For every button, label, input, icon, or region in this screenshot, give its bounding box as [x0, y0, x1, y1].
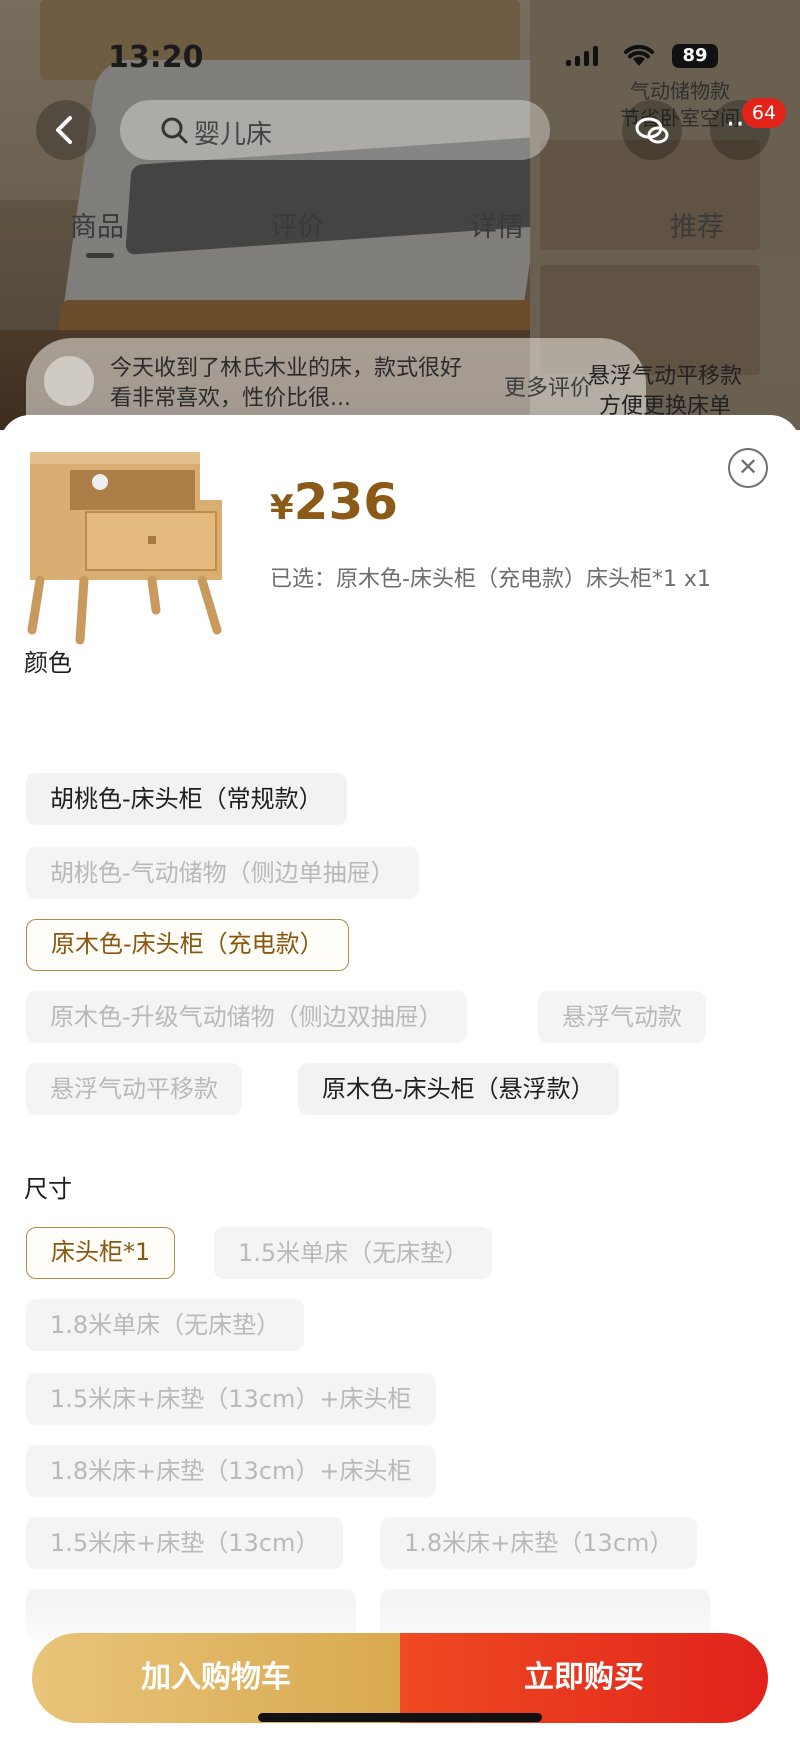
search-bar[interactable]: 婴儿床 [120, 100, 550, 160]
selected-summary: 已选：原木色-床头柜（充电款）床头柜*1 x1 [270, 567, 711, 592]
size-option[interactable]: 1.5米床+床垫（13cm） [26, 1517, 344, 1569]
wifi-icon [624, 44, 654, 66]
size-option[interactable]: 1.8米床+床垫（13cm） [380, 1517, 698, 1569]
search-icon [161, 117, 188, 144]
review-text: 今天收到了林氏木业的床，款式很好看非常喜欢，性价比很... [110, 356, 463, 411]
price-value: 236 [293, 473, 399, 531]
color-option-selected[interactable]: 原木色-床头柜（充电款） [26, 919, 349, 971]
add-to-cart-button[interactable]: 加入购物车 [32, 1633, 400, 1723]
close-icon: ✕ [737, 453, 759, 481]
signal-icon [566, 46, 598, 66]
avatar [44, 356, 94, 406]
color-option[interactable]: 胡桃色-床头柜（常规款） [26, 773, 347, 825]
tab-product[interactable]: 商品 [70, 205, 124, 244]
share-button[interactable] [622, 100, 682, 160]
home-indicator[interactable] [258, 1713, 542, 1722]
color-option[interactable]: 原木色-升级气动储物（侧边双抽屉） [26, 991, 467, 1043]
color-option[interactable]: 原木色-床头柜（悬浮款） [298, 1063, 619, 1115]
tab-active-indicator [86, 253, 114, 258]
tab-recommend[interactable]: 推荐 [670, 205, 724, 244]
status-time: 13:20 [108, 40, 204, 75]
tab-reviews[interactable]: 评价 [270, 205, 324, 244]
size-option-selected[interactable]: 床头柜*1 [26, 1227, 176, 1279]
color-option[interactable]: 悬浮气动平移款 [26, 1063, 242, 1115]
color-option[interactable]: 胡桃色-气动储物（侧边单抽屉） [26, 847, 419, 899]
cart-count-badge: 64 [742, 98, 786, 128]
buy-now-button[interactable]: 立即购买 [400, 1633, 768, 1723]
size-option[interactable]: 1.5米单床（无床垫） [214, 1227, 493, 1279]
color-section-title: 颜色 [24, 649, 72, 677]
size-option[interactable]: 1.8米床+床垫（13cm）+床头柜 [26, 1445, 436, 1497]
tab-details[interactable]: 详情 [470, 205, 524, 244]
battery-icon: 89 [672, 44, 718, 68]
size-option[interactable]: 1.5米床+床垫（13cm）+床头柜 [26, 1373, 436, 1425]
status-bar: 13:20 89 [0, 40, 800, 80]
wechat-icon [635, 117, 669, 144]
action-bar: 加入购物车 立即购买 [32, 1633, 768, 1723]
side-promo-label: 悬浮气动平移款 方便更换床单 [587, 364, 742, 419]
back-button[interactable] [36, 100, 96, 160]
size-section-title: 尺寸 [24, 1175, 72, 1203]
size-option[interactable]: 1.8米单床（无床垫） [26, 1299, 305, 1351]
chevron-left-icon [56, 116, 72, 144]
price-currency: ¥ [270, 488, 294, 528]
price: ¥236 [270, 473, 398, 531]
color-option[interactable]: 悬浮气动款 [538, 991, 706, 1043]
section-tabs: 商品 评价 详情 推荐 [0, 205, 800, 258]
product-thumbnail [27, 452, 222, 645]
search-placeholder: 婴儿床 [194, 120, 273, 150]
close-button[interactable]: ✕ [728, 448, 768, 488]
sku-selector-sheet: ✕ ¥236 已选：原木色-床头柜（充电款）床头柜*1 x1 颜色 胡桃色-床头… [0, 415, 800, 1738]
